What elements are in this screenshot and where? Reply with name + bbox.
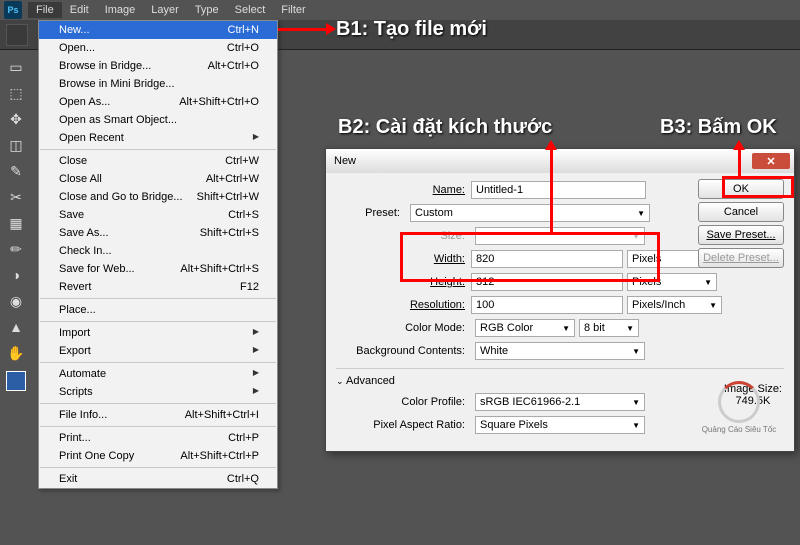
menu-item-close[interactable]: CloseCtrl+W [39,152,277,170]
annotation-b1: B1: Tạo file mới [336,18,487,41]
height-input[interactable] [471,273,623,291]
tool-item[interactable]: ✥ [2,107,30,131]
menu-item-close-all[interactable]: Close AllAlt+Ctrl+W [39,170,277,188]
chevron-down-icon: ▼ [637,209,645,218]
menu-filter[interactable]: Filter [273,2,313,18]
new-dialog: New ✕ OK Cancel Save Preset... Delete Pr… [325,148,795,452]
arrow-b1 [278,28,328,31]
delete-preset-button: Delete Preset... [698,248,784,268]
tool-item[interactable]: ✋ [2,341,30,365]
color-profile-select[interactable]: sRGB IEC61966-2.1▼ [475,393,645,411]
menu-image[interactable]: Image [97,2,144,18]
menu-item-close-and-go-to-bridge[interactable]: Close and Go to Bridge...Shift+Ctrl+W [39,188,277,206]
menu-item-exit[interactable]: ExitCtrl+Q [39,470,277,488]
bg-contents-select[interactable]: White▼ [475,342,645,360]
tool-item[interactable]: ✂ [2,185,30,209]
tool-preset-icon[interactable] [6,24,28,46]
menu-item-place[interactable]: Place... [39,301,277,319]
menu-layer[interactable]: Layer [143,2,187,18]
menu-item-new[interactable]: New...Ctrl+N [39,21,277,39]
tool-item[interactable]: ✎ [2,159,30,183]
bit-depth-select[interactable]: 8 bit▼ [579,319,639,337]
tool-item[interactable]: ◑ [2,263,30,287]
tool-item[interactable]: ⬚ [2,81,30,105]
file-menu-dropdown: New...Ctrl+NOpen...Ctrl+OBrowse in Bridg… [38,20,278,489]
bg-contents-label: Background Contents: [336,345,471,357]
width-input[interactable] [471,250,623,268]
menu-edit[interactable]: Edit [62,2,97,18]
menu-item-save[interactable]: SaveCtrl+S [39,206,277,224]
menu-item-print[interactable]: Print...Ctrl+P [39,429,277,447]
color-profile-label: Color Profile: [336,396,471,408]
tool-item[interactable]: ✏ [2,237,30,261]
dialog-title: New [334,155,356,167]
dialog-titlebar[interactable]: New ✕ [326,149,794,173]
menu-item-save-for-web[interactable]: Save for Web...Alt+Shift+Ctrl+S [39,260,277,278]
resolution-label: Resolution: [336,299,471,311]
menu-item-print-one-copy[interactable]: Print One CopyAlt+Shift+Ctrl+P [39,447,277,465]
size-select: ▼ [475,227,645,245]
save-preset-button[interactable]: Save Preset... [698,225,784,245]
foreground-swatch[interactable] [6,371,26,391]
arrow-b2 [550,148,553,232]
preset-select[interactable]: Custom▼ [410,204,650,222]
menu-type[interactable]: Type [187,2,227,18]
menu-select[interactable]: Select [227,2,274,18]
menu-item-open-as-smart-object[interactable]: Open as Smart Object... [39,111,277,129]
tool-item[interactable]: ▭ [2,55,30,79]
menu-item-revert[interactable]: RevertF12 [39,278,277,296]
height-unit-select[interactable]: Pixels▼ [627,273,717,291]
preset-label: Preset: [336,207,406,219]
annotation-b3: B3: Bấm OK [660,116,777,139]
tool-item[interactable]: ◉ [2,289,30,313]
menu-item-browse-in-mini-bridge[interactable]: Browse in Mini Bridge... [39,75,277,93]
watermark-logo: Quảng Cáo Siêu Tốc [696,375,782,439]
menu-item-browse-in-bridge[interactable]: Browse in Bridge...Alt+Ctrl+O [39,57,277,75]
tool-item[interactable]: ▦ [2,211,30,235]
menu-item-file-info[interactable]: File Info...Alt+Shift+Ctrl+I [39,406,277,424]
size-label: Size: [336,230,471,242]
width-label: Width: [336,253,471,265]
menu-item-check-in[interactable]: Check In... [39,242,277,260]
tool-item[interactable]: ◫ [2,133,30,157]
color-mode-label: Color Mode: [336,322,471,334]
advanced-label[interactable]: Advanced [346,375,395,387]
resolution-input[interactable] [471,296,623,314]
arrow-b3 [738,148,741,176]
height-label: Height: [336,276,471,288]
menu-item-open-as[interactable]: Open As...Alt+Shift+Ctrl+O [39,93,277,111]
close-icon[interactable]: ✕ [752,153,790,169]
app-logo: Ps [4,1,22,19]
name-input[interactable] [471,181,646,199]
pixel-aspect-label: Pixel Aspect Ratio: [336,419,471,431]
pixel-aspect-select[interactable]: Square Pixels▼ [475,416,645,434]
menu-item-open[interactable]: Open...Ctrl+O [39,39,277,57]
ok-button[interactable]: OK [698,179,784,199]
menu-item-automate[interactable]: Automate▶ [39,365,277,383]
cancel-button[interactable]: Cancel [698,202,784,222]
annotation-b2: B2: Cài đặt kích thước [338,116,552,139]
tools-panel: ▭⬚✥◫✎✂▦✏◑◉▲✋ [2,55,30,395]
menubar: Ps FileEditImageLayerTypeSelectFilter [0,0,800,20]
menu-item-import[interactable]: Import▶ [39,324,277,342]
menu-item-scripts[interactable]: Scripts▶ [39,383,277,401]
name-label: Name: [336,184,471,196]
menu-item-save-as[interactable]: Save As...Shift+Ctrl+S [39,224,277,242]
menu-file[interactable]: File [28,2,62,18]
menu-item-export[interactable]: Export▶ [39,342,277,360]
color-mode-select[interactable]: RGB Color▼ [475,319,575,337]
tool-item[interactable]: ▲ [2,315,30,339]
resolution-unit-select[interactable]: Pixels/Inch▼ [627,296,722,314]
menu-item-open-recent[interactable]: Open Recent▶ [39,129,277,147]
